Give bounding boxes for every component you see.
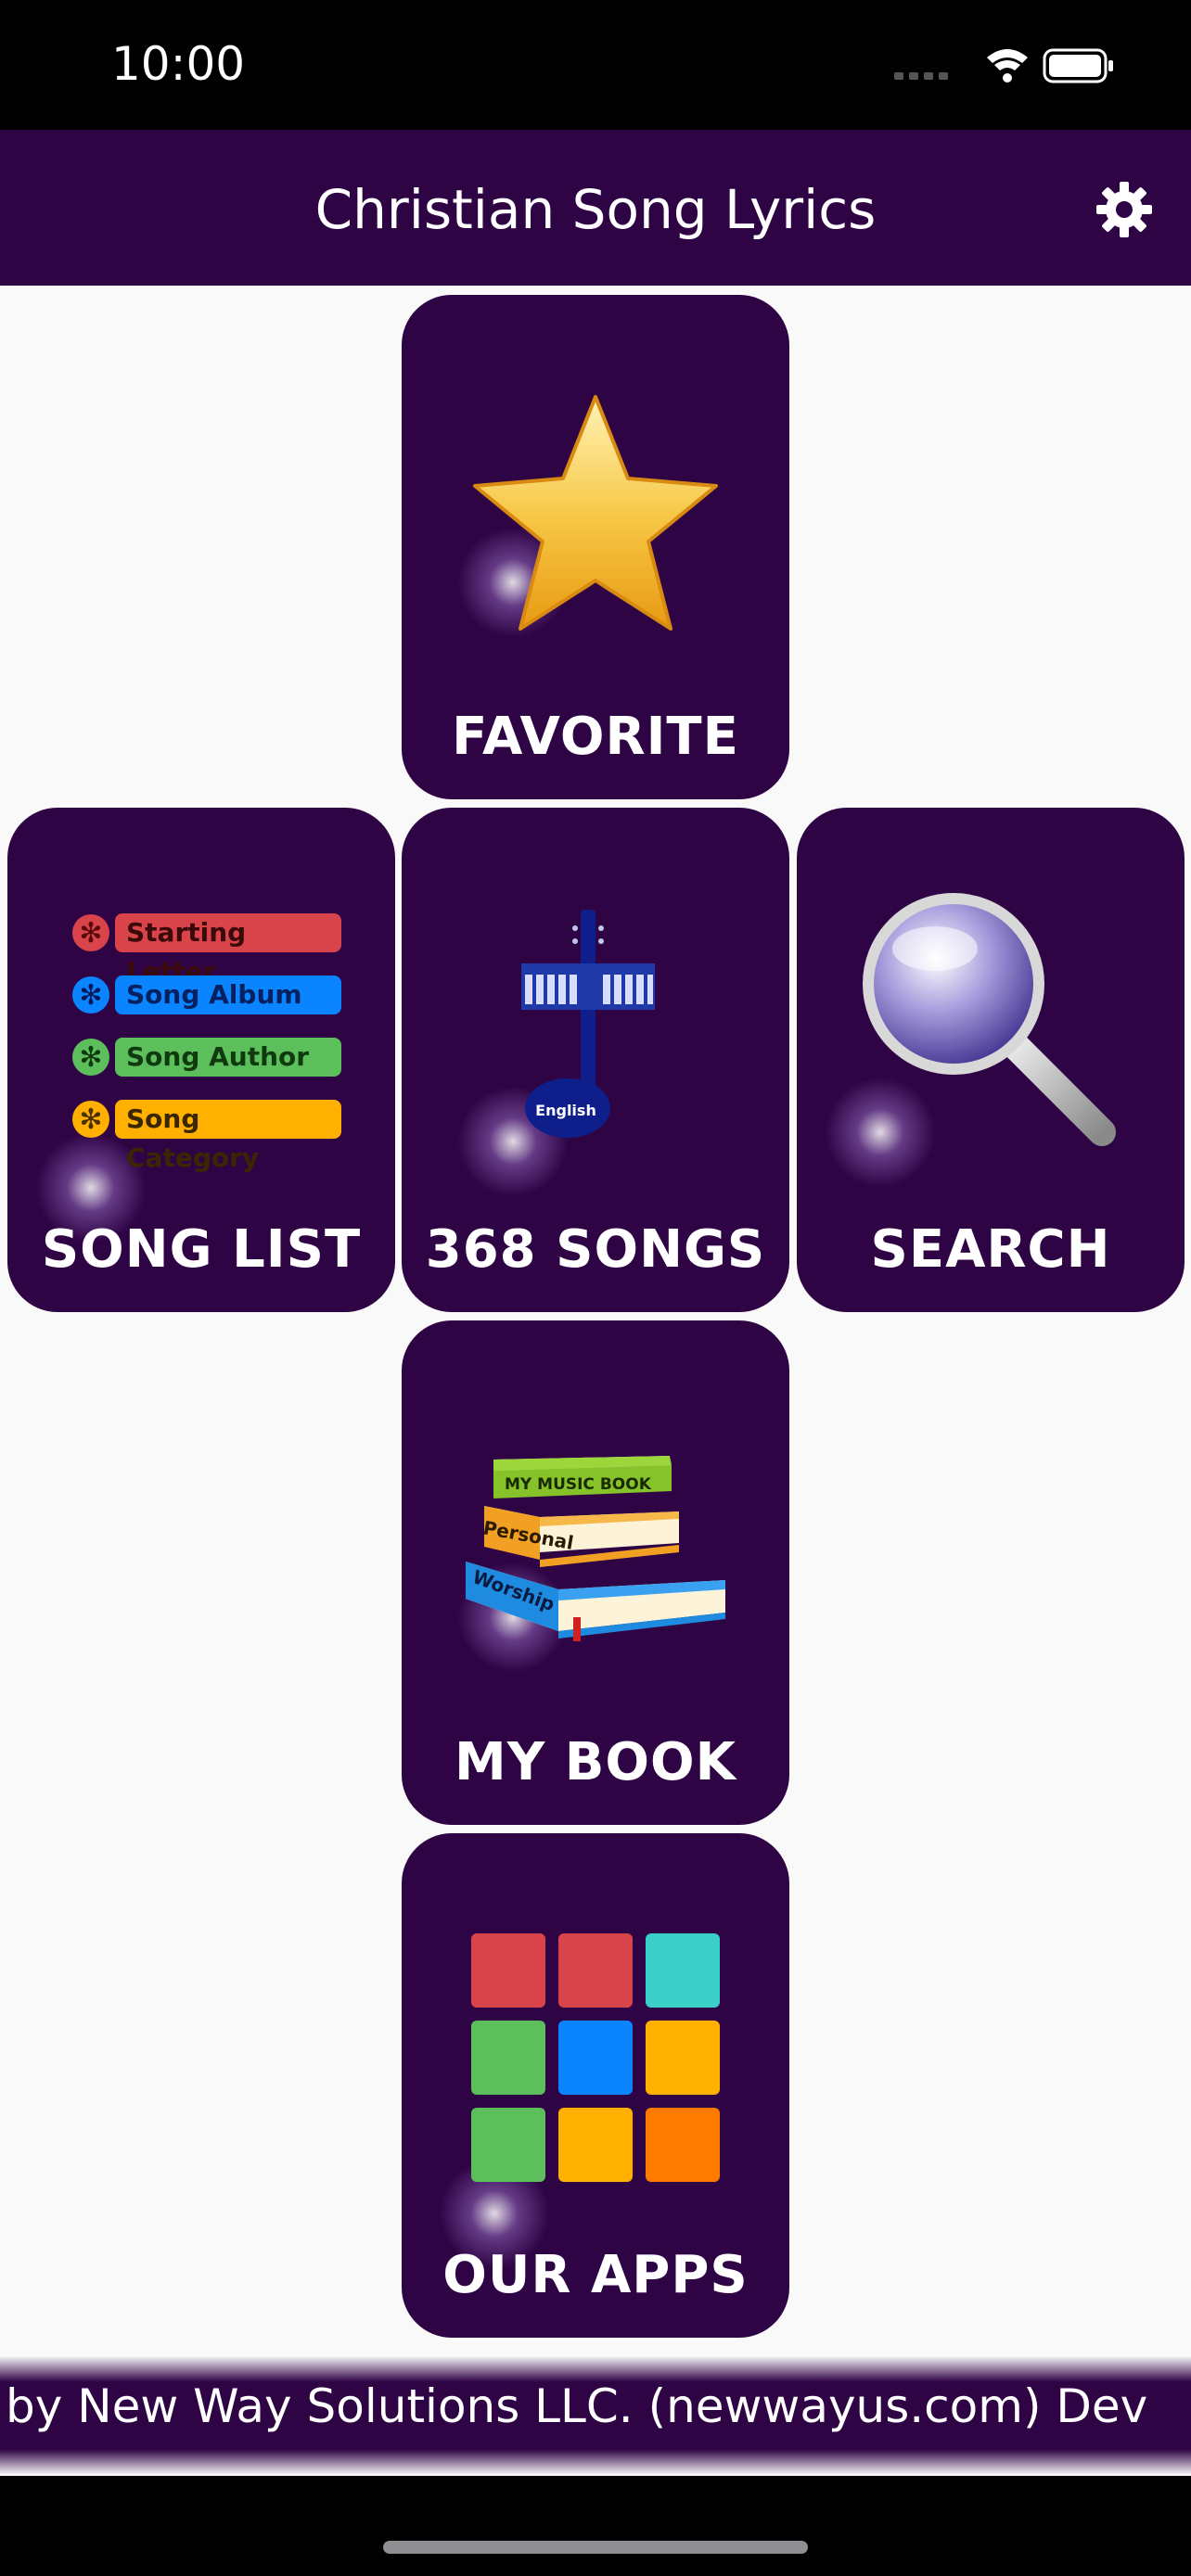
asterisk-icon: ✻ (72, 1101, 109, 1138)
pill-label: Song Album (115, 976, 341, 1014)
asterisk-icon: ✻ (72, 1039, 109, 1076)
book-label-my-music: MY MUSIC BOOK (505, 1475, 652, 1494)
nav-bar: Christian Song Lyrics (0, 130, 1191, 286)
marquee-text: by New Way Solutions LLC. (newwayus.com)… (6, 2379, 1148, 2433)
song-list-label: SONG LIST (41, 1219, 362, 1280)
list-item-song-album: ✻ Song Album (72, 976, 341, 1014)
search-label: SEARCH (870, 1219, 1111, 1280)
wifi-icon (987, 49, 1028, 83)
battery-icon (1043, 48, 1113, 83)
our-apps-label: OUR APPS (442, 2245, 749, 2305)
status-bar: 10:00 (0, 0, 1191, 130)
note-caption: English (535, 1102, 596, 1119)
signal-icon (894, 72, 948, 80)
my-book-label: MY BOOK (454, 1732, 737, 1792)
asterisk-icon: ✻ (72, 914, 109, 951)
app-tile (558, 1933, 633, 2008)
list-item-song-category: ✻ Song Category (72, 1100, 341, 1173)
app-tile (558, 2021, 633, 2095)
song-list-card[interactable]: ✻ Starting Letter ✻ Song Album ✻ Song Au… (7, 808, 395, 1312)
app-tile (646, 1933, 720, 2008)
pill-label: Song Category (115, 1100, 341, 1173)
home-indicator[interactable] (383, 2541, 808, 2554)
list-item-song-author: ✻ Song Author (72, 1038, 341, 1077)
app-tile (471, 1933, 545, 2008)
status-icons (894, 48, 1113, 83)
pill-label: Song Author (115, 1038, 341, 1077)
search-card[interactable]: SEARCH (797, 808, 1185, 1312)
magnifier-icon (863, 893, 1116, 1146)
books-icon: Worship Personal MY MUSIC BOOK (466, 1456, 725, 1641)
our-apps-card[interactable]: OUR APPS (402, 1833, 789, 2338)
app-tile (646, 2021, 720, 2095)
book-personal: Personal (481, 1506, 679, 1567)
footer-marquee: by New Way Solutions LLC. (newwayus.com)… (0, 2355, 1191, 2476)
book-my-music: MY MUSIC BOOK (493, 1456, 672, 1498)
favorite-label: FAVORITE (452, 707, 739, 767)
book-worship: Worship (466, 1562, 725, 1641)
songs-card[interactable]: English 368 SONGS (402, 808, 789, 1312)
music-note-icon: English (521, 910, 655, 1138)
gear-icon[interactable] (1095, 180, 1154, 239)
status-time: 10:00 (111, 37, 246, 91)
home-indicator-area (0, 2476, 1191, 2576)
songs-count-label: 368 SONGS (425, 1219, 766, 1280)
app-tile (471, 2108, 545, 2182)
pill-label: Starting Letter (115, 913, 341, 987)
asterisk-icon: ✻ (72, 976, 109, 1014)
app-tile (646, 2108, 720, 2182)
app-tile (558, 2108, 633, 2182)
favorite-card[interactable]: FAVORITE (402, 295, 789, 799)
list-item-starting-letter: ✻ Starting Letter (72, 913, 341, 987)
star-icon (473, 395, 718, 631)
app-tile (471, 2021, 545, 2095)
my-book-card[interactable]: Worship Personal MY MUSIC BOOK MY BOOK (402, 1320, 789, 1825)
page-title: Christian Song Lyrics (314, 178, 877, 241)
